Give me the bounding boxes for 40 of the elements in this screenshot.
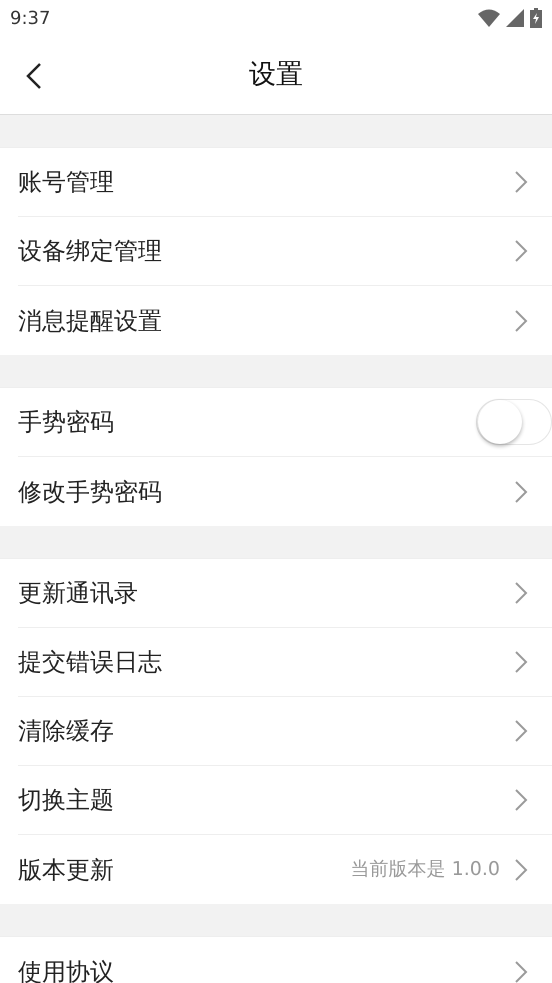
- row-label: 消息提醒设置: [18, 306, 163, 336]
- settings-row[interactable]: 清除缓存: [0, 697, 552, 766]
- chevron-right-icon: [514, 239, 528, 263]
- chevron-right-icon: [514, 650, 528, 674]
- chevron-right-icon: [514, 480, 528, 504]
- wifi-icon: [478, 9, 500, 27]
- settings-row[interactable]: 提交错误日志: [0, 628, 552, 697]
- row-label: 切换主题: [18, 785, 115, 816]
- back-icon: [26, 62, 42, 90]
- row-label: 使用协议: [18, 956, 115, 983]
- row-value: 当前版本是 1.0.0: [350, 857, 500, 882]
- chevron-right-icon: [514, 308, 528, 332]
- chevron-right-icon: [514, 719, 528, 743]
- settings-row[interactable]: 消息提醒设置: [0, 286, 552, 355]
- settings-row[interactable]: 设备绑定管理: [0, 217, 552, 286]
- settings-row[interactable]: 使用协议: [0, 937, 552, 983]
- chevron-right-icon: [514, 788, 528, 812]
- row-label: 清除缓存: [18, 716, 115, 747]
- chevron-right-icon: [514, 170, 528, 194]
- settings-row[interactable]: 更新通讯录: [0, 559, 552, 628]
- row-label: 手势密码: [18, 407, 115, 438]
- row-label: 提交错误日志: [18, 647, 163, 678]
- settings-row[interactable]: 手势密码: [0, 388, 552, 457]
- row-label: 更新通讯录: [18, 578, 139, 609]
- page-title: 设置: [249, 58, 303, 92]
- battery-icon: [530, 8, 542, 28]
- status-time: 9:37: [10, 6, 50, 30]
- settings-row[interactable]: 修改手势密码: [0, 457, 552, 526]
- chevron-right-icon: [514, 581, 528, 605]
- chevron-right-icon: [514, 960, 528, 983]
- row-label: 修改手势密码: [18, 476, 163, 508]
- chevron-right-icon: [514, 858, 528, 882]
- settings-row[interactable]: 账号管理: [0, 148, 552, 217]
- settings-row[interactable]: 切换主题: [0, 766, 552, 835]
- row-label: 设备绑定管理: [18, 236, 163, 267]
- row-label: 版本更新: [18, 854, 115, 886]
- row-label: 账号管理: [18, 167, 115, 198]
- toggle-switch[interactable]: [476, 399, 552, 445]
- signal-icon: [506, 9, 524, 27]
- settings-row[interactable]: 版本更新 当前版本是 1.0.0: [0, 835, 552, 904]
